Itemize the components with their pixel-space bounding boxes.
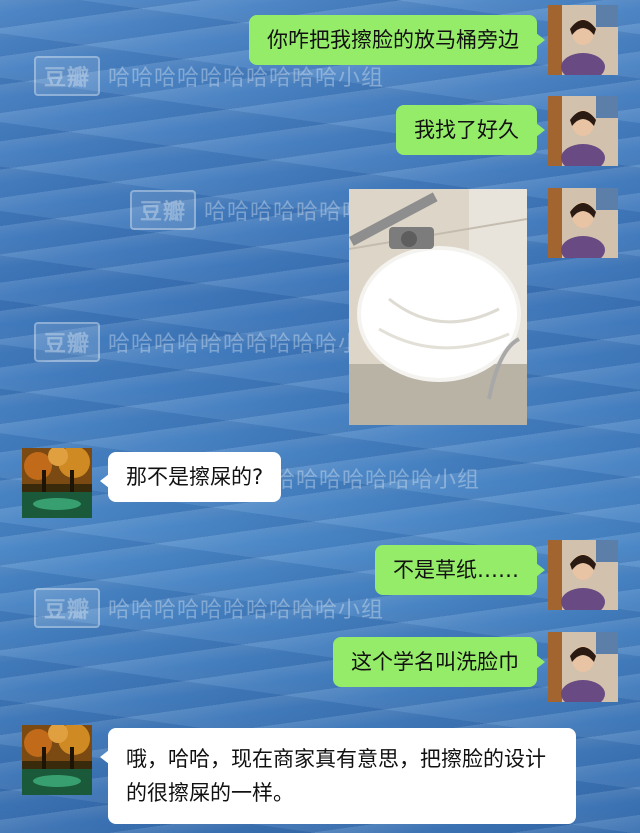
my-avatar[interactable] — [548, 5, 618, 75]
my-avatar[interactable] — [548, 96, 618, 166]
autumn-landscape-avatar-icon — [22, 448, 92, 518]
person-avatar-icon — [548, 96, 618, 166]
watermark-text: 哈哈哈哈哈哈哈哈哈哈小组 — [108, 332, 385, 357]
toilet-paper-photo[interactable] — [349, 189, 527, 425]
message-text: 我找了好久 — [414, 118, 519, 142]
message-text: 你咋把我擦脸的放马桶旁边 — [267, 28, 519, 52]
watermark: 豆瓣 哈哈哈哈哈哈哈哈哈哈小组 — [34, 588, 384, 628]
sent-message-bubble[interactable]: 你咋把我擦脸的放马桶旁边 — [249, 15, 545, 65]
my-avatar[interactable] — [548, 632, 618, 702]
watermark: 豆瓣 哈哈哈哈哈哈哈哈哈哈小组 — [34, 322, 384, 362]
message-text: 不是草纸…… — [393, 558, 519, 582]
received-message-bubble[interactable]: 那不是擦屎的? — [99, 452, 282, 502]
received-message-bubble[interactable]: 哦，哈哈，现在商家真有意思，把擦脸的设计的很擦屎的一样。 — [100, 728, 576, 824]
douban-logo: 豆瓣 — [34, 322, 101, 362]
douban-logo: 豆瓣 — [130, 190, 197, 230]
douban-logo: 豆瓣 — [34, 588, 101, 628]
person-avatar-icon — [548, 632, 618, 702]
my-avatar[interactable] — [548, 540, 618, 610]
autumn-landscape-avatar-icon — [22, 725, 92, 795]
person-avatar-icon — [548, 5, 618, 75]
message-text: 这个学名叫洗脸巾 — [351, 650, 519, 674]
sent-message-bubble[interactable]: 不是草纸…… — [375, 545, 545, 595]
message-text: 那不是擦屎的? — [126, 465, 264, 489]
person-avatar-icon — [548, 540, 618, 610]
sent-message-bubble[interactable]: 这个学名叫洗脸巾 — [333, 637, 545, 687]
sent-message-bubble[interactable]: 我找了好久 — [396, 105, 545, 155]
my-avatar[interactable] — [548, 188, 618, 258]
message-text: 哦，哈哈，现在商家真有意思，把擦脸的设计的很擦屎的一样。 — [126, 747, 546, 805]
person-avatar-icon — [548, 188, 618, 258]
friend-avatar[interactable] — [22, 725, 92, 795]
watermark-text: 哈哈哈哈哈哈哈哈哈哈小组 — [108, 598, 385, 623]
toilet-paper-roll-photo-icon — [349, 189, 527, 425]
douban-logo: 豆瓣 — [34, 56, 101, 96]
friend-avatar[interactable] — [22, 448, 92, 518]
